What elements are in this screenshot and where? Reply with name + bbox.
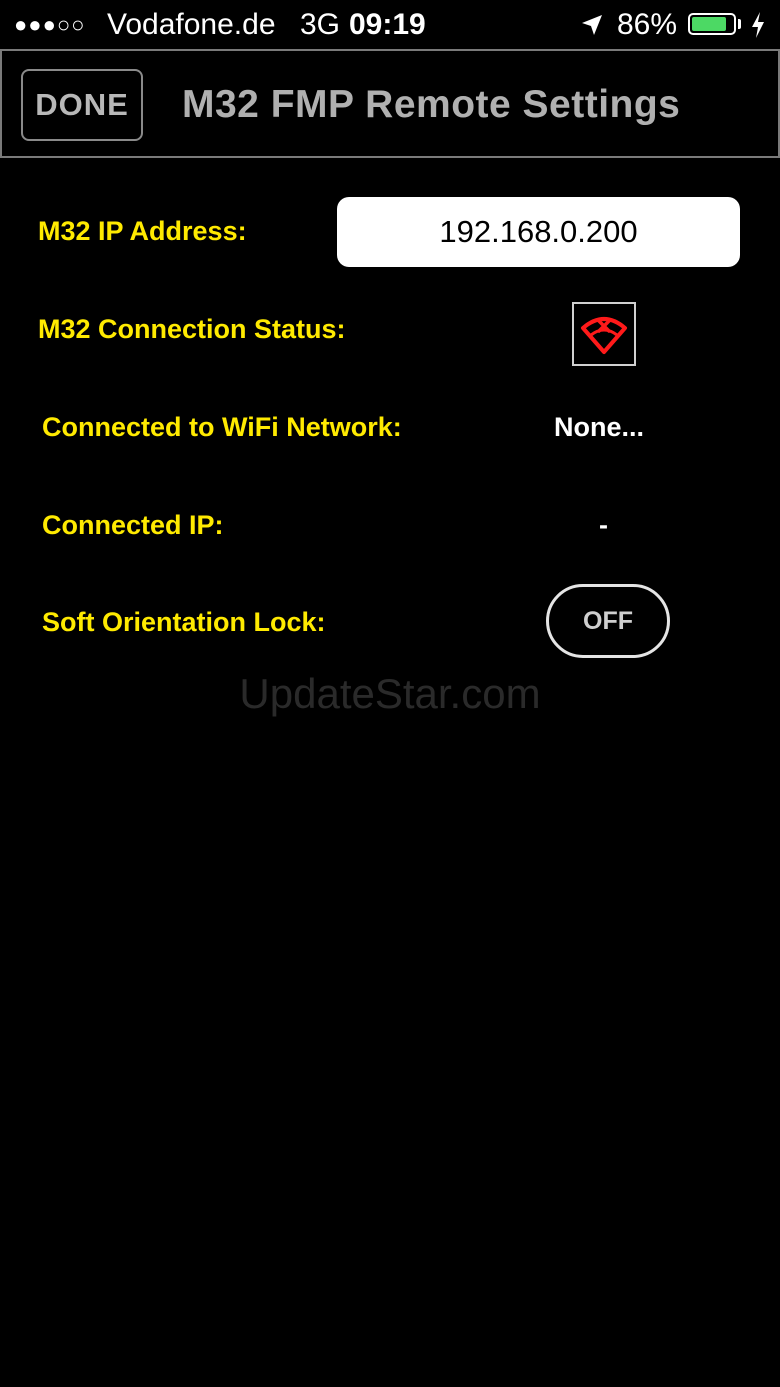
- connection-status-box: [572, 302, 636, 366]
- battery-terminal: [738, 19, 741, 29]
- done-button[interactable]: DONE: [21, 69, 143, 141]
- status-bar: ●●●○○ Vodafone.de 3G 09:19 86%: [0, 0, 780, 50]
- page-title: M32 FMP Remote Settings: [182, 83, 681, 126]
- wifi-disconnected-icon: [581, 317, 627, 354]
- battery-level-fill: [692, 17, 726, 31]
- network-type: 3G: [300, 8, 341, 41]
- ip-address-label: M32 IP Address:: [38, 216, 247, 246]
- connected-ip-label: Connected IP:: [42, 510, 224, 540]
- connected-ip-value: -: [599, 510, 608, 540]
- orientation-lock-label: Soft Orientation Lock:: [42, 607, 326, 637]
- carrier-name: Vodafone.de: [107, 8, 276, 41]
- wifi-network-value: None...: [554, 412, 645, 442]
- watermark: UpdateStar.com: [239, 670, 541, 717]
- location-arrow-icon: [582, 15, 602, 35]
- ip-address-input[interactable]: [337, 197, 740, 267]
- signal-strength-icon: ●●●○○: [14, 12, 86, 37]
- wifi-network-label: Connected to WiFi Network:: [42, 412, 402, 442]
- status-time: 09:19: [349, 8, 426, 41]
- nav-header: DONE M32 FMP Remote Settings: [0, 49, 780, 158]
- orientation-lock-toggle[interactable]: OFF: [546, 584, 670, 658]
- charging-bolt-icon: [752, 12, 764, 38]
- battery-icon: [688, 13, 736, 35]
- connection-status-label: M32 Connection Status:: [38, 314, 346, 344]
- battery-percentage: 86%: [617, 8, 678, 41]
